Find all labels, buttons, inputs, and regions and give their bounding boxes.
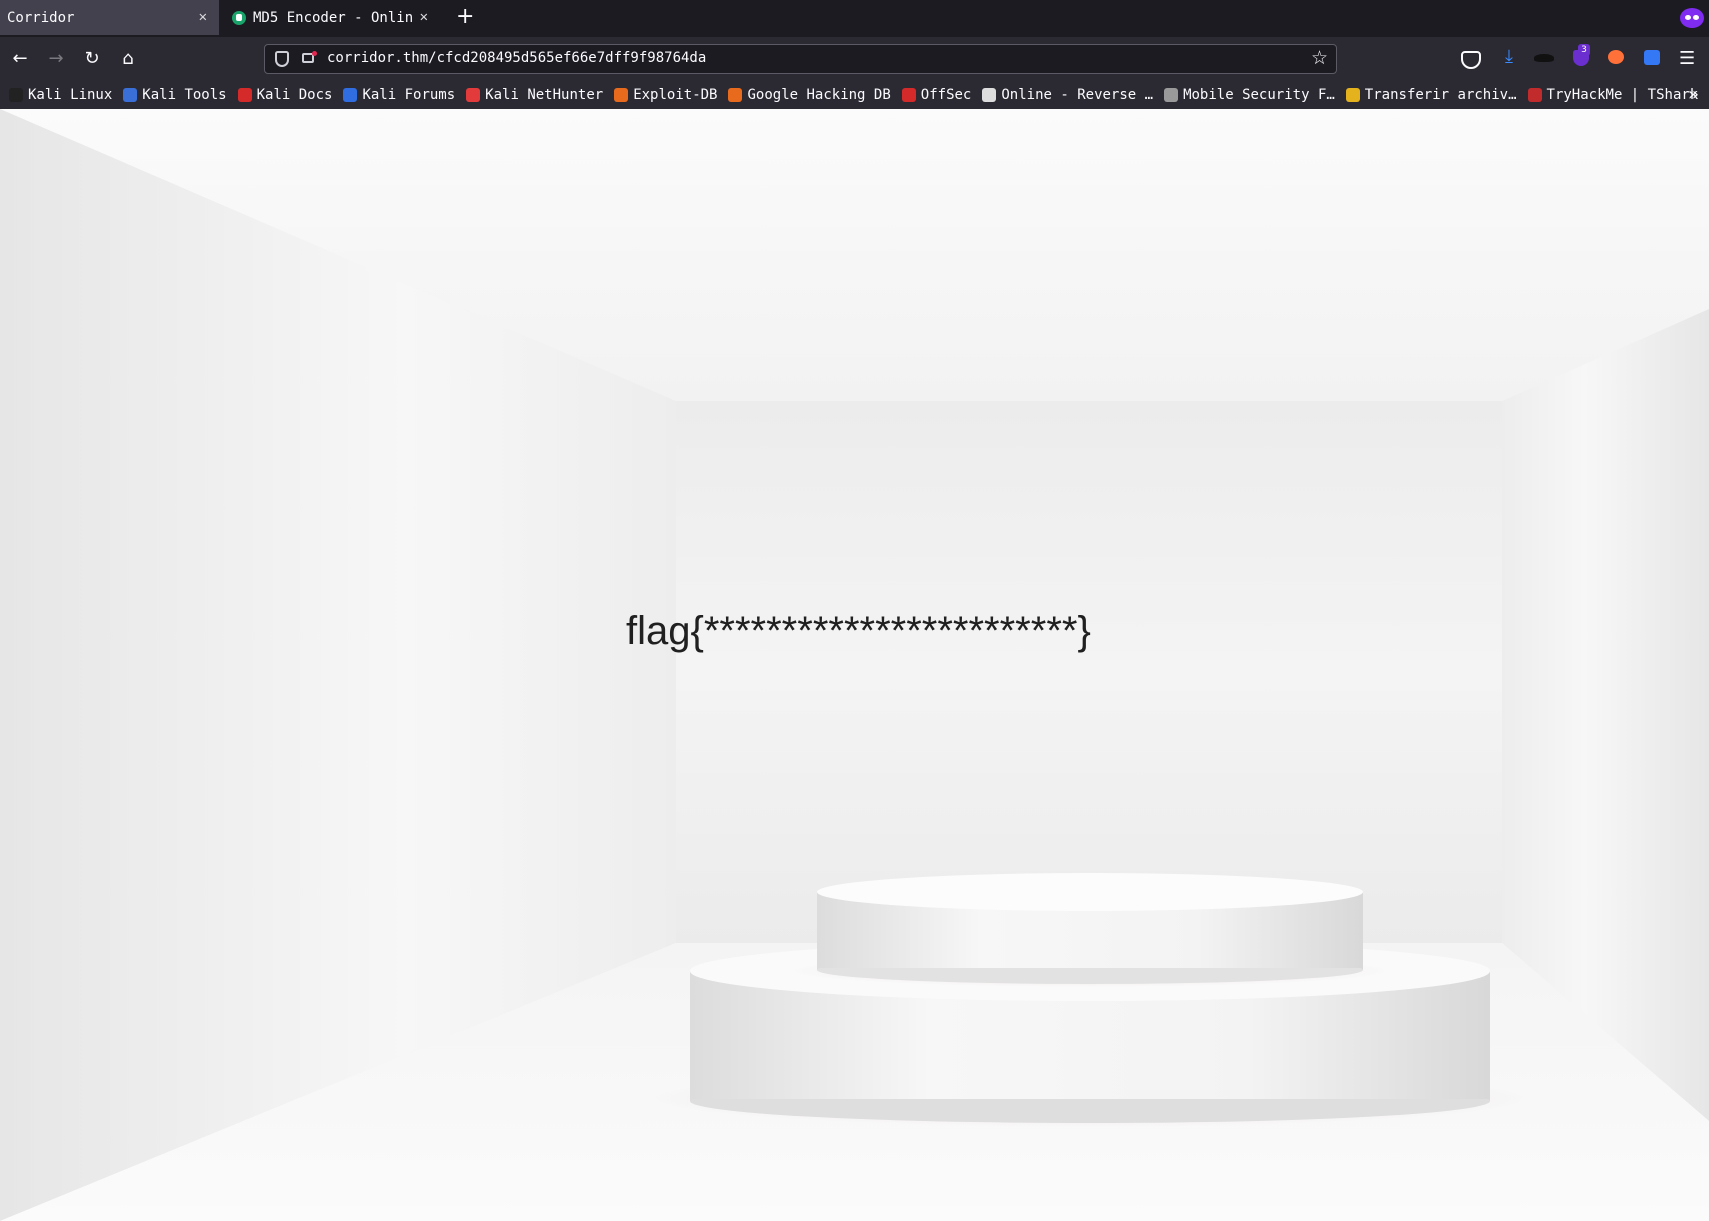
- tab-title: Corridor: [7, 9, 75, 26]
- bookmark-label: Mobile Security F…: [1183, 87, 1335, 103]
- bookmark-item[interactable]: TryHackMe | TShark: [1527, 87, 1699, 103]
- tab-corridor[interactable]: Corridor ✕: [0, 0, 219, 35]
- hamburger-menu-icon[interactable]: ☰: [1679, 48, 1703, 72]
- back-arrow-icon[interactable]: ←: [8, 47, 32, 71]
- url-text[interactable]: corridor.thm/cfcd208495d565ef66e7dff9f98…: [327, 50, 706, 66]
- ghdb-icon: [728, 88, 743, 102]
- bookmark-item[interactable]: Kali Docs: [237, 87, 333, 103]
- bookmark-label: Transferir archiv…: [1364, 87, 1517, 103]
- bookmark-item[interactable]: Google Hacking DB: [728, 87, 891, 103]
- bookmark-label: Exploit-DB: [633, 87, 718, 103]
- home-icon[interactable]: ⌂: [116, 47, 140, 71]
- bookmark-label: Kali NetHunter: [485, 87, 604, 103]
- bookmark-item[interactable]: Mobile Security F…: [1164, 87, 1335, 103]
- bookmark-item[interactable]: Kali Linux: [9, 87, 112, 103]
- insecure-lock-icon[interactable]: [302, 51, 317, 63]
- md5-favicon-icon: [232, 10, 246, 25]
- forward-arrow-icon[interactable]: →: [44, 47, 68, 71]
- private-browsing-icon: [1680, 8, 1704, 28]
- bookmark-label: Kali Docs: [256, 87, 333, 103]
- navigation-bar: ← → ↻ ⌂ corridor.thm/cfcd208495d565ef66e…: [0, 37, 1709, 81]
- bookmark-label: Kali Forums: [362, 87, 456, 103]
- bookmark-item[interactable]: Online - Reverse …: [982, 87, 1153, 103]
- translate-icon[interactable]: [1644, 50, 1660, 65]
- flag-text: flag{************************}: [626, 609, 1091, 653]
- bookmark-item[interactable]: OffSec: [901, 87, 972, 103]
- new-tab-icon[interactable]: +: [456, 6, 474, 28]
- reload-icon[interactable]: ↻: [80, 47, 104, 71]
- bookmark-label: Google Hacking DB: [747, 87, 891, 103]
- close-tab-icon[interactable]: ✕: [199, 9, 207, 25]
- bookmark-label: OffSec: [920, 87, 972, 103]
- tracking-protection-icon[interactable]: [275, 51, 289, 67]
- kali-dragon-icon: [9, 88, 23, 102]
- exploit-db-icon: [614, 88, 629, 102]
- bookmark-label: Online - Reverse …: [1001, 87, 1154, 103]
- bookmark-label: Kali Tools: [142, 87, 227, 103]
- bookmark-item[interactable]: Exploit-DB: [614, 87, 717, 103]
- more-bookmarks-chevron-icon[interactable]: »: [1688, 84, 1699, 105]
- bookmark-item[interactable]: Kali Forums: [343, 87, 455, 103]
- kali-tools-icon: [123, 88, 138, 102]
- room-illustration: [0, 109, 1709, 1221]
- kali-docs-icon: [237, 88, 252, 102]
- nethunter-icon: [466, 88, 481, 102]
- download-icon[interactable]: ⤓: [1497, 46, 1521, 70]
- bookmark-item[interactable]: Kali Tools: [123, 87, 227, 103]
- mobsf-icon: [1164, 88, 1179, 102]
- tab-md5-encoder[interactable]: MD5 Encoder - Online ✕: [222, 0, 440, 35]
- address-bar[interactable]: corridor.thm/cfcd208495d565ef66e7dff9f98…: [264, 44, 1337, 74]
- page-content: flag{************************}: [0, 109, 1709, 1221]
- bookmark-item[interactable]: Transferir archiv…: [1345, 87, 1517, 103]
- extension-fox-icon[interactable]: [1608, 50, 1624, 64]
- kali-forums-icon: [343, 88, 358, 102]
- bookmark-label: Kali Linux: [28, 87, 113, 103]
- bookmarks-toolbar: Kali Linux Kali Tools Kali Docs Kali Forums…: [0, 81, 1709, 109]
- close-tab-icon[interactable]: ✕: [420, 9, 428, 25]
- bookmark-item[interactable]: Kali NetHunter: [466, 87, 603, 103]
- extension-badge: 3: [1578, 44, 1590, 56]
- offsec-icon: [901, 88, 916, 102]
- extension-hat-icon[interactable]: [1534, 54, 1554, 62]
- tab-bar: Corridor ✕ MD5 Encoder - Online ✕ +: [0, 0, 1709, 37]
- tryhackme-icon: [1527, 88, 1542, 102]
- transfer-icon: [1345, 88, 1360, 102]
- tab-title: MD5 Encoder - Online: [253, 9, 413, 26]
- bookmark-label: TryHackMe | TShark: [1546, 87, 1699, 103]
- skull-icon: [982, 88, 997, 102]
- pocket-icon[interactable]: [1461, 51, 1481, 69]
- bookmark-star-icon[interactable]: ☆: [1311, 47, 1328, 69]
